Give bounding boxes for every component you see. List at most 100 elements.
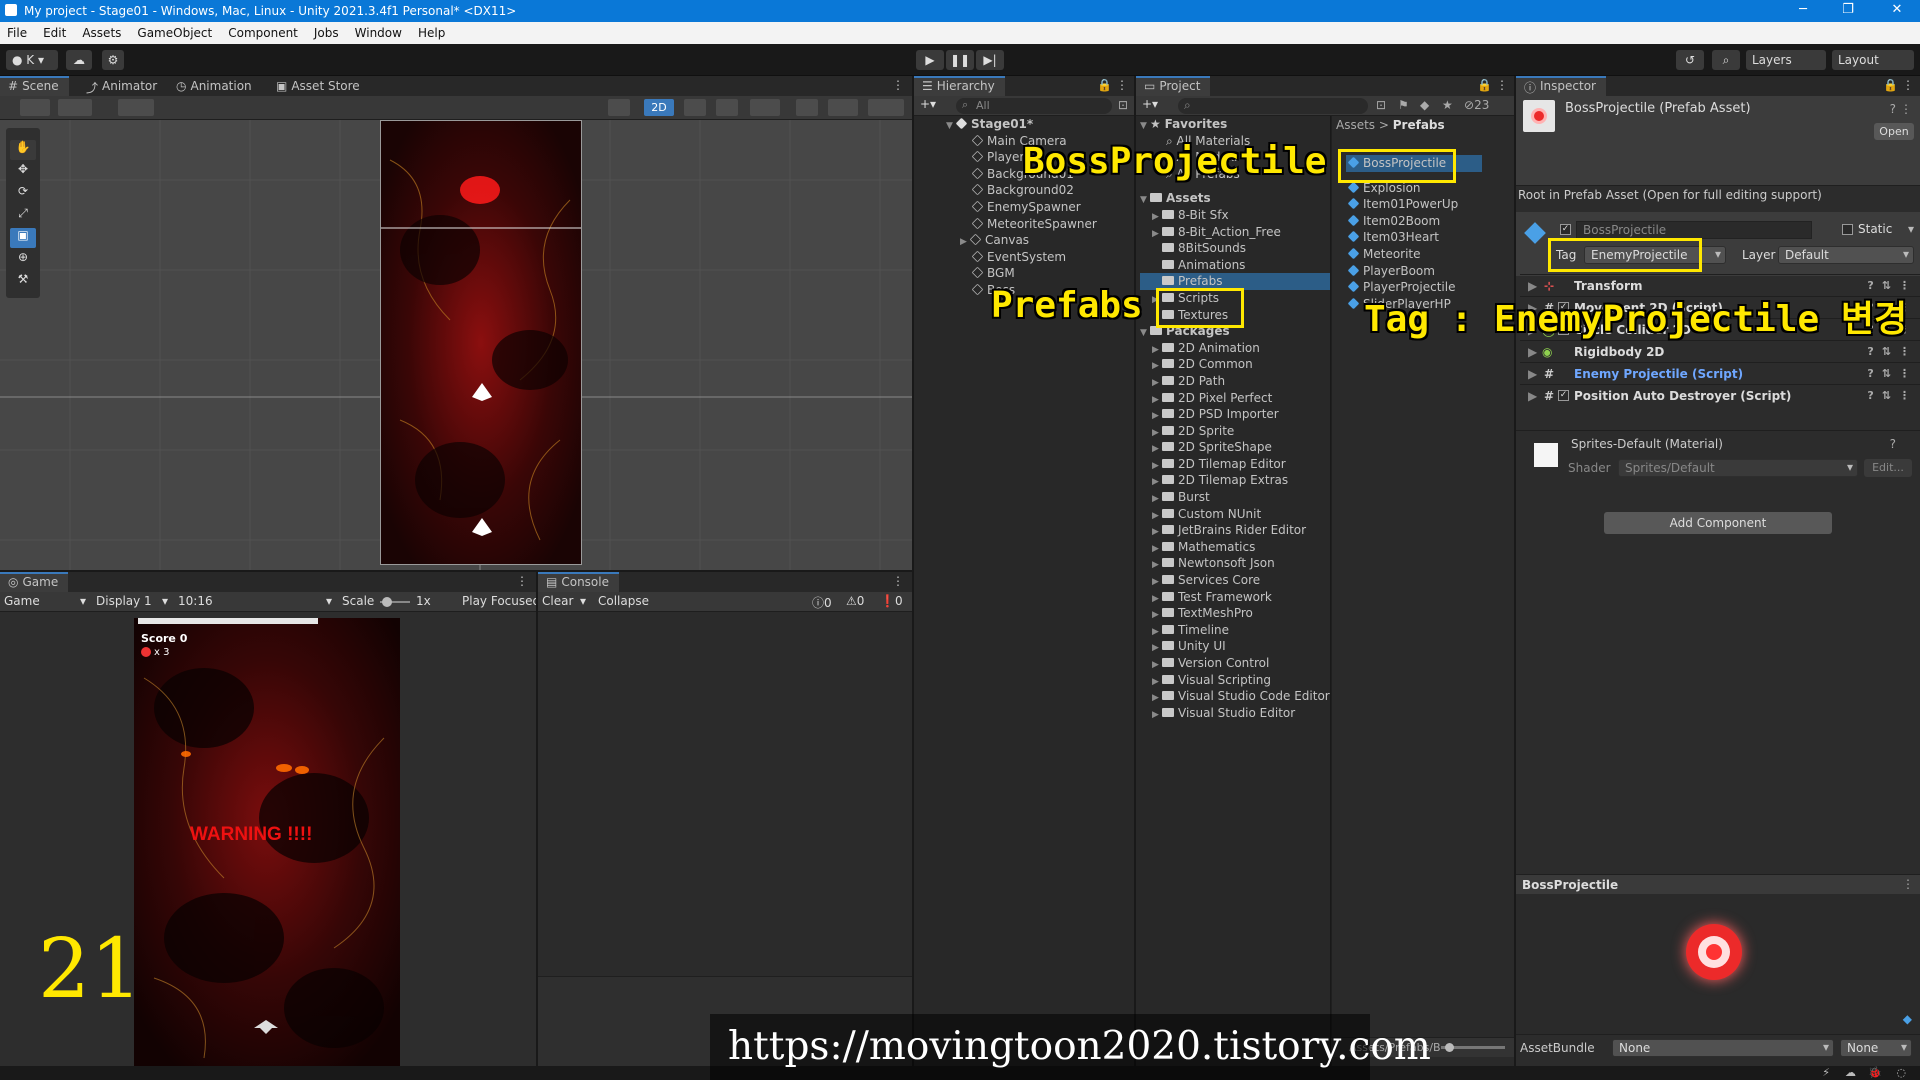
- tab-hierarchy[interactable]: ☰ Hierarchy: [914, 76, 1005, 96]
- camera-dropdown[interactable]: [828, 99, 858, 116]
- label-tag-icon[interactable]: ◆: [1903, 1012, 1912, 1026]
- component-enemy-projectile-script[interactable]: ▶ # Enemy Projectile (Script)? ⇅ ⋮: [1520, 362, 1920, 384]
- assetbundle-variant-dropdown[interactable]: None: [1840, 1039, 1912, 1057]
- menu-edit[interactable]: Edit: [35, 22, 74, 40]
- layout-dropdown[interactable]: Layout: [1832, 50, 1914, 70]
- tab-inspector[interactable]: ⓘ Inspector: [1516, 76, 1606, 96]
- tab-console[interactable]: ▤ Console: [538, 572, 619, 592]
- hand-tool-icon[interactable]: ✋: [10, 140, 36, 160]
- package-item[interactable]: ▶ Mathematics: [1140, 539, 1330, 556]
- search-icon[interactable]: ⌕: [1712, 50, 1740, 70]
- add-component-button[interactable]: Add Component: [1604, 512, 1832, 534]
- package-item[interactable]: ▶ 2D Path: [1140, 373, 1330, 390]
- favorite-star-icon[interactable]: ★: [1442, 98, 1453, 112]
- prefab-item[interactable]: Item02Boom: [1346, 213, 1482, 230]
- search-filter-icon[interactable]: ⊡: [1118, 98, 1128, 112]
- transform-tool-icon[interactable]: ⊕: [10, 250, 36, 270]
- more-icon[interactable]: ⋮: [1902, 78, 1914, 92]
- more-icon[interactable]: ⋮: [1899, 367, 1910, 380]
- assetbundle-dropdown[interactable]: None: [1612, 1039, 1834, 1057]
- help-icon[interactable]: ?: [1867, 367, 1873, 380]
- hierarchy-root[interactable]: ▼ Stage01*: [946, 116, 1097, 133]
- package-item[interactable]: ▶ Test Framework: [1140, 589, 1330, 606]
- progress-icon[interactable]: ◌: [1896, 1066, 1906, 1079]
- more-icon[interactable]: ⋮: [1899, 345, 1910, 358]
- game-view-dropdown[interactable]: Game ▾: [4, 594, 88, 610]
- package-item[interactable]: ▶ Visual Studio Code Editor: [1140, 688, 1330, 705]
- package-item[interactable]: ▶ Version Control: [1140, 655, 1330, 672]
- lighting-icon[interactable]: [684, 99, 706, 116]
- more-icon[interactable]: ⋮: [1496, 78, 1508, 92]
- cloud-icon[interactable]: ☁: [66, 50, 92, 70]
- aspect-dropdown[interactable]: 10:16 ▾: [178, 594, 334, 610]
- settings-icon[interactable]: ⇅: [1882, 367, 1891, 380]
- prefab-item[interactable]: Item03Heart: [1346, 229, 1482, 246]
- package-item[interactable]: ▶ Burst: [1140, 489, 1330, 506]
- menu-file[interactable]: File: [0, 22, 35, 40]
- package-item[interactable]: ▶ TextMeshPro: [1140, 605, 1330, 622]
- maximize-icon[interactable]: ❐: [1840, 2, 1856, 18]
- assets-header[interactable]: ▼ Assets: [1140, 190, 1330, 207]
- layers-dropdown[interactable]: Layers: [1746, 50, 1826, 70]
- package-item[interactable]: ▶ JetBrains Rider Editor: [1140, 522, 1330, 539]
- package-item[interactable]: ▶ 2D PSD Importer: [1140, 406, 1330, 423]
- prefab-item[interactable]: Meteorite: [1346, 246, 1482, 263]
- package-item[interactable]: ▶ Services Core: [1140, 572, 1330, 589]
- material-swatch[interactable]: [1534, 443, 1558, 467]
- gizmo-icon[interactable]: [608, 99, 630, 116]
- grid-snap-dropdown[interactable]: [118, 99, 154, 116]
- toggle-2d-button[interactable]: 2D: [644, 99, 674, 116]
- help-icon[interactable]: ?: [1890, 437, 1896, 451]
- hierarchy-item[interactable]: EnemySpawner: [946, 199, 1097, 216]
- rotate-tool-icon[interactable]: ⟳: [10, 184, 36, 204]
- step-button[interactable]: ▶|: [976, 50, 1004, 70]
- hierarchy-item[interactable]: MeteoriteSpawner: [946, 216, 1097, 233]
- object-name-field[interactable]: BossProjectile: [1576, 221, 1812, 239]
- play-button[interactable]: ▶: [916, 50, 944, 70]
- lock-icon[interactable]: 🔒: [1097, 78, 1112, 92]
- scene-view[interactable]: ✋ ✥ ⟳ ⤢ ▣ ⊕ ⚒: [0, 120, 912, 570]
- audio-icon[interactable]: [716, 99, 738, 116]
- menu-assets[interactable]: Assets: [74, 22, 129, 40]
- cache-server-icon[interactable]: ☁: [1845, 1066, 1856, 1079]
- lock-icon[interactable]: 🔒: [1883, 78, 1898, 92]
- more-icon[interactable]: ⋮: [1899, 389, 1910, 402]
- close-icon[interactable]: ✕: [1889, 2, 1905, 18]
- component-rigidbody-2d[interactable]: ▶ ◉ Rigidbody 2D? ⇅ ⋮: [1520, 340, 1920, 362]
- more-icon[interactable]: ⋮: [1116, 78, 1128, 92]
- package-item[interactable]: ▶ 2D Tilemap Extras: [1140, 472, 1330, 489]
- settings-icon[interactable]: ⇅: [1882, 389, 1891, 402]
- package-item[interactable]: ▶ 2D Animation: [1140, 340, 1330, 357]
- package-item[interactable]: ▶ 2D Sprite: [1140, 423, 1330, 440]
- hierarchy-search-input[interactable]: ⌕ All: [956, 98, 1112, 114]
- open-prefab-button[interactable]: Open: [1874, 123, 1914, 140]
- hierarchy-item[interactable]: ▶ Canvas: [946, 232, 1097, 249]
- effects-dropdown[interactable]: [750, 99, 780, 116]
- clear-button[interactable]: Clear: [542, 594, 573, 608]
- folder-item[interactable]: ▶ 8-Bit_Action_Free: [1140, 224, 1330, 241]
- menu-jobs[interactable]: Jobs: [306, 22, 347, 40]
- tab-project[interactable]: ▭ Project: [1136, 76, 1211, 96]
- create-asset-dropdown[interactable]: +▾: [1142, 97, 1158, 111]
- icon-size-slider[interactable]: [1441, 1043, 1505, 1052]
- favorites-header[interactable]: ▼ ★ Favorites: [1140, 116, 1330, 133]
- folder-item[interactable]: ▶ 8-Bit Sfx: [1140, 207, 1330, 224]
- edit-shader-button[interactable]: Edit...: [1864, 459, 1912, 477]
- hidden-objects-icon[interactable]: [796, 99, 818, 116]
- menu-window[interactable]: Window: [347, 22, 410, 40]
- folder-item[interactable]: Animations: [1140, 257, 1330, 274]
- static-dropdown[interactable]: ▾: [1908, 222, 1914, 236]
- package-item[interactable]: ▶ 2D Common: [1140, 356, 1330, 373]
- package-item[interactable]: ▶ Timeline: [1140, 622, 1330, 639]
- active-checkbox[interactable]: ✓: [1560, 224, 1571, 235]
- create-dropdown[interactable]: +▾: [920, 97, 936, 111]
- project-search-input[interactable]: ⌕: [1178, 98, 1368, 114]
- package-item[interactable]: ▶ Newtonsoft Json: [1140, 555, 1330, 572]
- tab-scene[interactable]: # Scene: [0, 76, 69, 96]
- menu-gameobject[interactable]: GameObject: [129, 22, 220, 40]
- play-focused-dropdown[interactable]: Play Focused: [462, 594, 536, 608]
- rect-tool-icon[interactable]: ▣: [10, 228, 36, 248]
- clear-options-icon[interactable]: ▾: [580, 594, 586, 608]
- hierarchy-item[interactable]: EventSystem: [946, 249, 1097, 266]
- info-count-toggle[interactable]: ⓘ0: [812, 594, 832, 611]
